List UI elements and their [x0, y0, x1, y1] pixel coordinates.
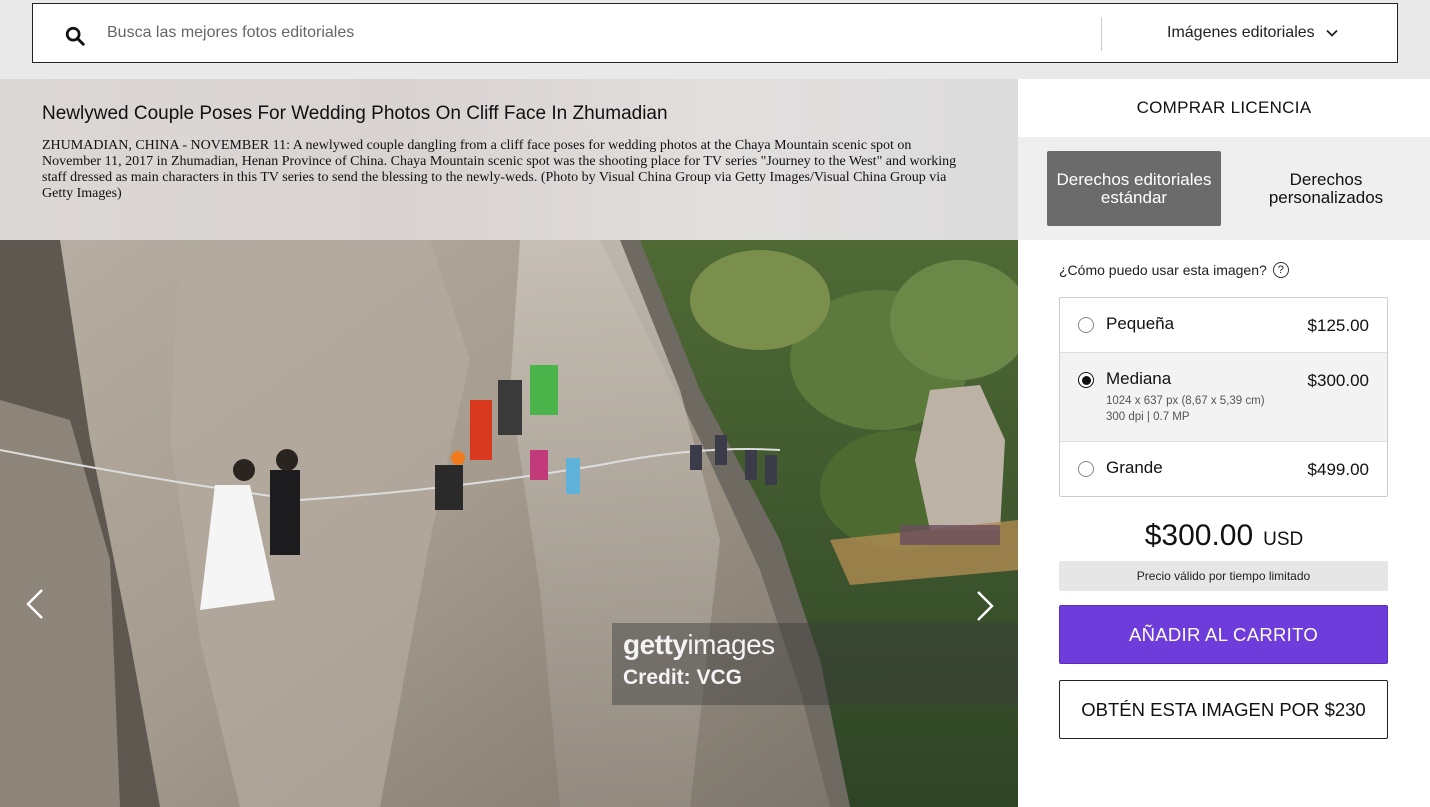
- size-resolution: 300 dpi | 0.7 MP: [1106, 411, 1190, 423]
- size-radio-medium[interactable]: [1078, 372, 1094, 388]
- total-price: $300.00 USD: [1018, 519, 1430, 553]
- search-bar: Imágenes editoriales: [32, 3, 1398, 63]
- rights-tabs: Derechos editoriales estándar Derechos p…: [1018, 137, 1430, 240]
- total-amount: $300.00: [1144, 519, 1254, 552]
- add-to-cart-button[interactable]: AÑADIR AL CARRITO: [1059, 605, 1388, 664]
- size-radio-small[interactable]: [1078, 317, 1094, 333]
- size-details: 1024 x 637 px (8,67 x 5,39 cm) 300 dpi |…: [1106, 393, 1265, 425]
- watermark-brand: gettyimages: [623, 629, 775, 660]
- search-scope-label: Imágenes editoriales: [1167, 24, 1315, 41]
- size-price: $300.00: [1307, 371, 1369, 390]
- help-icon[interactable]: ?: [1272, 262, 1289, 278]
- image-caption: Newlywed Couple Poses For Wedding Photos…: [0, 79, 1018, 240]
- size-radio-large[interactable]: [1078, 461, 1094, 477]
- photo-viewer: gettyimages Credit: VCG: [0, 240, 1018, 807]
- image-detail: Newlywed Couple Poses For Wedding Photos…: [0, 79, 1018, 807]
- chevron-left-icon[interactable]: [16, 574, 56, 634]
- usage-question-label: ¿Cómo puedo usar esta imagen?: [1059, 262, 1267, 278]
- watermark-credit: Credit: VCG: [623, 666, 743, 689]
- top-bar: Imágenes editoriales: [0, 0, 1430, 79]
- size-name: Grande: [1106, 458, 1163, 477]
- size-options: Pequeña $125.00 Mediana $300.00 1024 x 6…: [1059, 297, 1388, 497]
- size-option-small[interactable]: Pequeña $125.00: [1060, 298, 1387, 353]
- cliff-photo: [0, 240, 1018, 807]
- size-option-medium[interactable]: Mediana $300.00 1024 x 637 px (8,67 x 5,…: [1060, 353, 1387, 442]
- total-currency: USD: [1263, 529, 1304, 550]
- search-divider: [1101, 17, 1102, 51]
- search-icon[interactable]: [64, 25, 86, 47]
- size-price: $125.00: [1307, 316, 1369, 335]
- tab-custom-rights[interactable]: Derechos personalizados: [1239, 151, 1413, 226]
- size-name: Pequeña: [1106, 314, 1175, 333]
- getty-watermark: gettyimages Credit: VCG: [612, 623, 1018, 705]
- size-dimensions: 1024 x 637 px (8,67 x 5,39 cm): [1106, 395, 1265, 407]
- size-option-large[interactable]: Grande $499.00: [1060, 442, 1387, 496]
- usage-question: ¿Cómo puedo usar esta imagen? ?: [1059, 262, 1289, 278]
- chevron-down-icon: [1326, 29, 1338, 37]
- buy-license-header: COMPRAR LICENCIA: [1136, 98, 1312, 117]
- image-description: ZHUMADIAN, CHINA - NOVEMBER 11: A newlyw…: [42, 138, 957, 201]
- size-price: $499.00: [1307, 460, 1369, 479]
- get-image-offer-button[interactable]: OBTÉN ESTA IMAGEN POR $230: [1059, 680, 1388, 739]
- image-title: Newlywed Couple Poses For Wedding Photos…: [42, 103, 668, 124]
- license-panel: COMPRAR LICENCIA Derechos editoriales es…: [1018, 79, 1430, 807]
- tab-standard-editorial-rights[interactable]: Derechos editoriales estándar: [1047, 151, 1221, 226]
- price-validity-note: Precio válido por tiempo limitado: [1059, 561, 1388, 591]
- search-input[interactable]: [107, 4, 1087, 62]
- size-name: Mediana: [1106, 369, 1172, 388]
- search-scope-dropdown[interactable]: Imágenes editoriales: [1167, 4, 1339, 62]
